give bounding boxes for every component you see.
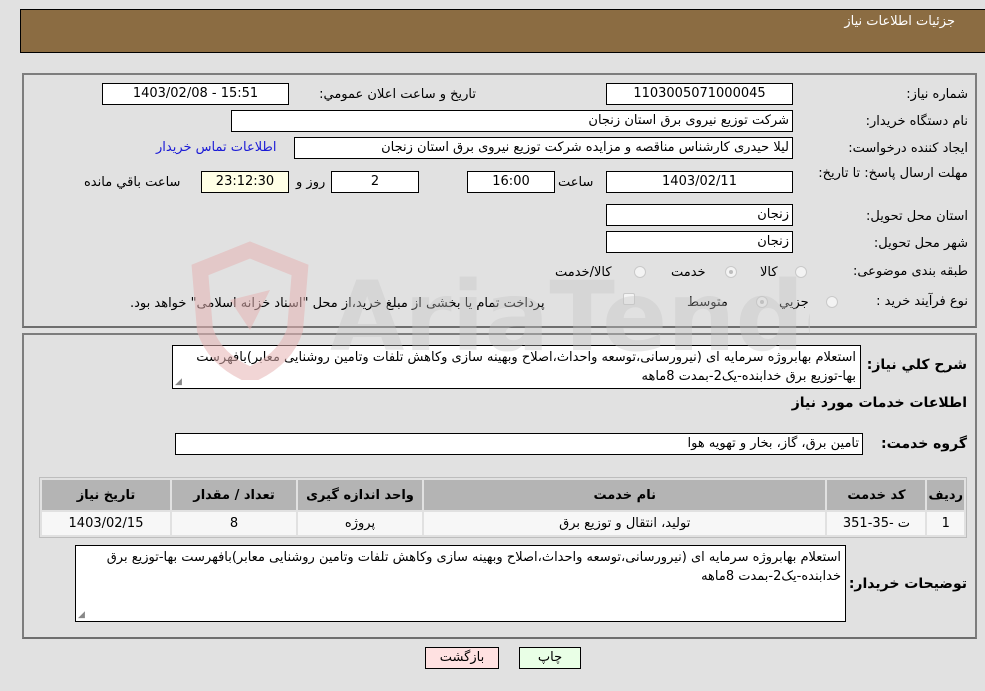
page-title: جزئیات اطلاعات نیاز [844, 14, 955, 29]
category-option-goods-service: کالا/خدمت [555, 265, 612, 280]
resize-grip-icon[interactable]: ◢ [175, 378, 182, 387]
buyer-contact-link[interactable]: اطلاعات تماس خریدار [156, 140, 276, 155]
cell-need-date: 1403/02/15 [42, 512, 170, 535]
cell-service-code: ت -35-351 [827, 512, 926, 535]
purchase-type-radio-minor[interactable] [826, 296, 838, 308]
cell-row-number: 1 [927, 512, 964, 535]
cell-service-name: تولید، انتقال و توزیع برق [424, 512, 826, 535]
deadline-time-label: ساعت [558, 175, 594, 190]
col-quantity: تعداد / مقدار [172, 480, 296, 510]
purchase-type-option-medium: متوسط [687, 295, 728, 310]
service-group-label: گروه خدمت: [881, 436, 967, 452]
category-option-service: خدمت [671, 265, 706, 280]
service-group-field: تامین برق، گاز، بخار و تهویه هوا [175, 433, 863, 455]
announce-date-field: 1403/02/08 - 15:51 [102, 83, 289, 105]
print-button[interactable]: چاپ [519, 647, 581, 669]
services-table-header: تاریخ نیاز تعداد / مقدار واحد اندازه گیر… [42, 480, 964, 510]
remaining-time-label: ساعت باقي مانده [84, 175, 181, 190]
creator-label: ایجاد کننده درخواست: [848, 141, 968, 156]
table-row: 1403/02/15 8 پروژه تولید، انتقال و توزیع… [42, 512, 964, 535]
deadline-date-field: 1403/02/11 [606, 171, 793, 193]
province-field: زنجان [606, 204, 793, 226]
days-label: روز و [296, 175, 326, 190]
remaining-time-field: 23:12:30 [201, 171, 289, 193]
announce-date-label: تاریخ و ساعت اعلان عمومي: [319, 87, 476, 102]
treasury-note: پرداخت تمام یا بخشی از مبلغ خرید،از محل … [130, 296, 545, 311]
page-header [20, 9, 985, 53]
buyer-org-label: نام دستگاه خریدار: [865, 114, 968, 129]
category-option-goods: کالا [760, 265, 778, 280]
description-text: استعلام بهابروژه سرمایه ای (نیرورسانی،تو… [196, 350, 856, 384]
need-number-label: شماره نیاز: [906, 87, 968, 102]
col-service-code: کد خدمت [827, 480, 926, 510]
category-radio-goods-service[interactable] [634, 266, 646, 278]
creator-field: لیلا حیدری کارشناس مناقصه و مزایده شرکت … [294, 137, 793, 159]
province-label: استان محل تحویل: [866, 209, 968, 224]
col-service-name: نام خدمت [424, 480, 826, 510]
need-number-field: 1103005071000045 [606, 83, 793, 105]
days-remaining-field: 2 [331, 171, 419, 193]
description-label: شرح کلي نیاز: [866, 357, 967, 373]
buyer-notes-textarea[interactable]: استعلام بهابروژه سرمایه ای (نیرورسانی،تو… [75, 545, 846, 622]
purchase-type-label: نوع فرآیند خرید : [876, 294, 968, 309]
buyer-org-field: شرکت توزیع نیروی برق استان زنجان [231, 110, 793, 132]
cell-unit: پروژه [298, 512, 422, 535]
col-row-number: ردیف [927, 480, 964, 510]
deadline-time-field: 16:00 [467, 171, 555, 193]
col-unit: واحد اندازه گیری [298, 480, 422, 510]
city-field: زنجان [606, 231, 793, 253]
col-need-date: تاریخ نیاز [42, 480, 170, 510]
city-label: شهر محل تحویل: [873, 236, 968, 251]
back-button[interactable]: بازگشت [425, 647, 499, 669]
buyer-notes-text: استعلام بهابروژه سرمایه ای (نیرورسانی،تو… [106, 550, 841, 584]
services-table: تاریخ نیاز تعداد / مقدار واحد اندازه گیر… [39, 477, 967, 538]
deadline-label: مهلت ارسال پاسخ: تا تاریخ: [818, 166, 968, 181]
treasury-checkbox[interactable] [623, 293, 635, 305]
cell-quantity: 8 [172, 512, 296, 535]
description-textarea[interactable]: استعلام بهابروژه سرمایه ای (نیرورسانی،تو… [172, 345, 861, 389]
category-label: طبقه بندی موضوعی: [852, 264, 968, 279]
category-radio-service[interactable] [725, 266, 737, 278]
buyer-notes-label: توضیحات خریدار: [848, 576, 967, 592]
resize-grip-icon[interactable]: ◢ [78, 611, 85, 620]
purchase-type-option-minor: جزيي [779, 295, 809, 310]
purchase-type-radio-medium[interactable] [756, 296, 768, 308]
category-radio-goods[interactable] [795, 266, 807, 278]
services-section-title: اطلاعات خدمات مورد نیاز [791, 395, 967, 411]
